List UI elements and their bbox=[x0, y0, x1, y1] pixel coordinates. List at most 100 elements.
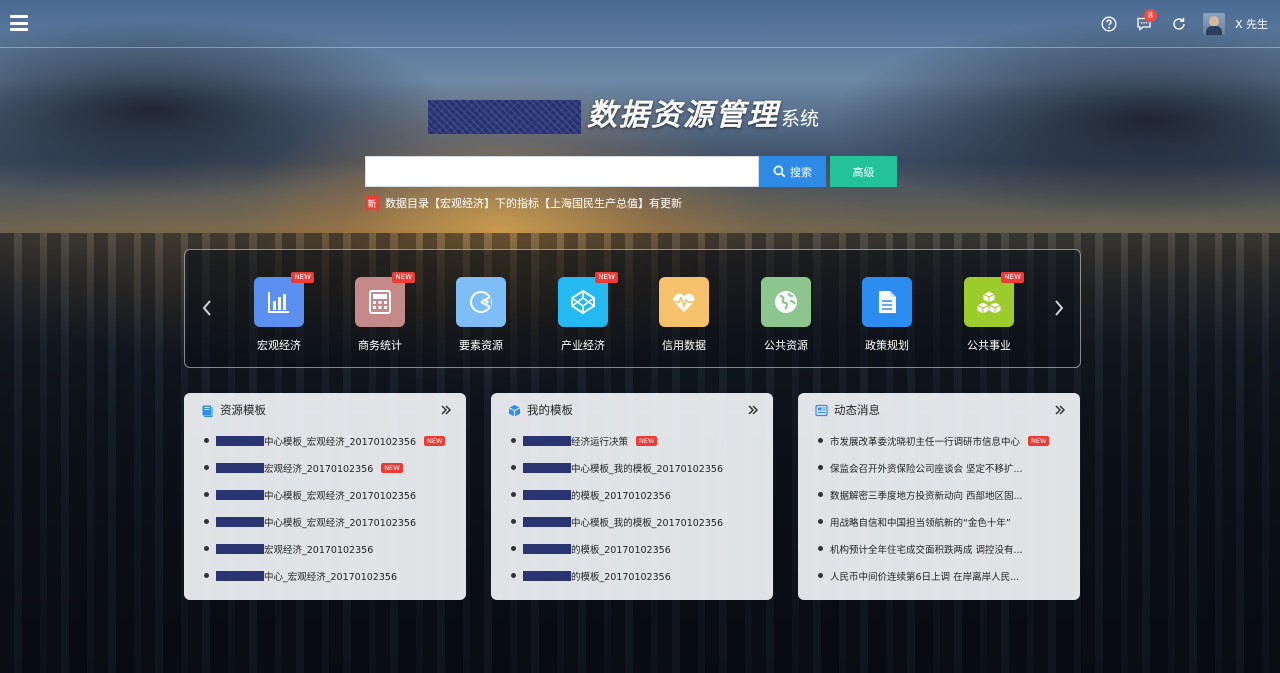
list-item[interactable]: 市发展改革委沈晓初主任一行调研市信息中心 NEW bbox=[818, 427, 1080, 454]
redacted-block bbox=[523, 489, 571, 500]
list-item-text: 宏观经济_20170102356 bbox=[264, 463, 374, 475]
globe-icon bbox=[761, 277, 811, 327]
bullet bbox=[818, 573, 823, 578]
list-item[interactable]: 中心_宏观经济_20170102356 bbox=[204, 562, 466, 589]
category-item[interactable]: NEW 商务统计 bbox=[344, 272, 416, 353]
card-title: 资源模板 bbox=[220, 403, 266, 417]
category-label: 公共资源 bbox=[764, 339, 808, 352]
list-item[interactable]: 中心模板_宏观经济_20170102356 NEW bbox=[204, 427, 466, 454]
redacted-block bbox=[216, 462, 264, 473]
update-notice[interactable]: 新 数据目录【宏观经济】下的指标【上海国民生产总值】有更新 bbox=[365, 194, 682, 212]
bullet bbox=[511, 492, 516, 497]
hamburger-menu-icon[interactable] bbox=[10, 15, 28, 31]
category-item[interactable]: 公共资源 bbox=[750, 277, 822, 353]
bullet bbox=[818, 546, 823, 551]
calculator-icon: NEW bbox=[355, 272, 415, 327]
list-item[interactable]: 中心模板_宏观经济_20170102356 bbox=[204, 508, 466, 535]
bullet bbox=[511, 546, 516, 551]
category-item[interactable]: NEW 产业经济 bbox=[547, 272, 619, 353]
double-chevron-right-icon[interactable] bbox=[747, 404, 759, 416]
message-count-badge: 8 bbox=[1143, 9, 1157, 22]
logo-mask bbox=[428, 100, 581, 134]
list-item[interactable]: 用战略自信和中国担当领航新的“金色十年” bbox=[818, 508, 1080, 535]
category-item[interactable]: NEW 公共事业 bbox=[953, 272, 1025, 353]
card-header: 动态消息 bbox=[798, 393, 1080, 427]
new-badge: NEW bbox=[381, 462, 403, 473]
top-bar: 8 X 先生 bbox=[0, 0, 1280, 48]
search-button-label: 搜索 bbox=[790, 165, 812, 179]
avatar[interactable] bbox=[1202, 13, 1225, 35]
document-icon bbox=[862, 277, 912, 327]
new-badge: NEW bbox=[636, 435, 658, 446]
book-icon bbox=[202, 405, 213, 417]
list-item[interactable]: 中心模板_宏观经济_20170102356 bbox=[204, 481, 466, 508]
category-carousel: NEW 宏观经济 NEW 商务统计 要素资源 NEW 产业经济 信用数据 公共资… bbox=[184, 249, 1081, 368]
list-item[interactable]: 的模板_20170102356 bbox=[511, 535, 773, 562]
refresh-icon[interactable] bbox=[1171, 16, 1187, 32]
my-template-card: 我的模板 经济运行决策 NEW 中心模板_我的模板_20170102356 的模板… bbox=[491, 393, 773, 600]
list-item[interactable]: 人民币中间价连续第6日上调 在岸离岸人民... bbox=[818, 562, 1080, 589]
bullet bbox=[818, 492, 823, 497]
list-item[interactable]: 宏观经济_20170102356 NEW bbox=[204, 454, 466, 481]
redacted-block bbox=[523, 462, 571, 473]
list-item[interactable]: 的模板_20170102356 bbox=[511, 481, 773, 508]
redacted-block bbox=[523, 516, 571, 527]
news-card: 动态消息 市发展改革委沈晓初主任一行调研市信息中心 NEW 保监会召开外资保险公司… bbox=[798, 393, 1080, 600]
bullet bbox=[204, 438, 209, 443]
list-item[interactable]: 经济运行决策 NEW bbox=[511, 427, 773, 454]
title-sub: 系统 bbox=[781, 108, 820, 130]
news-icon bbox=[815, 404, 828, 416]
page-title: 数据资源管理 系统 bbox=[428, 94, 819, 134]
advanced-search-button[interactable]: 高级 bbox=[830, 156, 897, 187]
bullet bbox=[204, 546, 209, 551]
redacted-block bbox=[216, 489, 264, 500]
category-label: 宏观经济 bbox=[257, 339, 301, 352]
category-item[interactable]: 要素资源 bbox=[445, 277, 517, 353]
redacted-block bbox=[216, 570, 264, 581]
bullet bbox=[818, 438, 823, 443]
new-badge: NEW bbox=[595, 272, 618, 283]
category-item[interactable]: NEW 宏观经济 bbox=[243, 272, 315, 353]
card-header: 资源模板 bbox=[184, 393, 466, 427]
list-item[interactable]: 机构预计全年住宅成交面积跌两成 调控没有... bbox=[818, 535, 1080, 562]
category-item[interactable]: 信用数据 bbox=[648, 277, 720, 353]
list-item-text: 的模板_20170102356 bbox=[571, 490, 671, 502]
list-item-text: 宏观经济_20170102356 bbox=[264, 544, 374, 556]
search-button[interactable]: 搜索 bbox=[759, 156, 826, 187]
list-item[interactable]: 的模板_20170102356 bbox=[511, 562, 773, 589]
list-item-text: 机构预计全年住宅成交面积跌两成 调控没有... bbox=[830, 544, 1023, 556]
carousel-next-arrow-icon[interactable] bbox=[1052, 298, 1066, 318]
cube-icon bbox=[508, 404, 521, 416]
username[interactable]: X 先生 bbox=[1235, 16, 1268, 32]
message-icon[interactable]: 8 bbox=[1136, 9, 1157, 32]
list-item-text: 中心_宏观经济_20170102356 bbox=[264, 571, 397, 583]
new-badge: NEW bbox=[1028, 435, 1050, 446]
search-input[interactable] bbox=[365, 156, 759, 187]
new-badge: NEW bbox=[1001, 272, 1024, 283]
codepen-icon: NEW bbox=[558, 272, 618, 327]
list-item-text: 人民币中间价连续第6日上调 在岸离岸人民... bbox=[830, 571, 1020, 583]
bullet bbox=[204, 465, 209, 470]
bullet bbox=[511, 573, 516, 578]
redacted-block bbox=[523, 570, 571, 581]
carousel-prev-arrow-icon[interactable] bbox=[200, 298, 214, 318]
list-item-text: 经济运行决策 bbox=[571, 436, 629, 448]
bullet bbox=[204, 573, 209, 578]
list-item[interactable]: 中心模板_我的模板_20170102356 bbox=[511, 454, 773, 481]
list-item[interactable]: 保监会召开外资保险公司座谈会 坚定不移扩... bbox=[818, 454, 1080, 481]
list-item-text: 中心模板_宏观经济_20170102356 bbox=[264, 436, 416, 448]
category-item[interactable]: 政策规划 bbox=[851, 277, 923, 353]
notice-text: 数据目录【宏观经济】下的指标【上海国民生产总值】有更新 bbox=[385, 197, 682, 210]
category-label: 公共事业 bbox=[967, 339, 1011, 352]
card-title: 我的模板 bbox=[527, 403, 573, 417]
list-item-text: 的模板_20170102356 bbox=[571, 544, 671, 556]
redacted-block bbox=[523, 435, 571, 446]
list-item[interactable]: 数据解密三季度地方投资新动向 西部地区固... bbox=[818, 481, 1080, 508]
question-circle-icon[interactable] bbox=[1101, 16, 1117, 32]
redacted-block bbox=[216, 435, 264, 446]
new-badge: NEW bbox=[424, 435, 446, 446]
double-chevron-right-icon[interactable] bbox=[1054, 404, 1066, 416]
list-item[interactable]: 中心模板_我的模板_20170102356 bbox=[511, 508, 773, 535]
list-item[interactable]: 宏观经济_20170102356 bbox=[204, 535, 466, 562]
double-chevron-right-icon[interactable] bbox=[440, 404, 452, 416]
